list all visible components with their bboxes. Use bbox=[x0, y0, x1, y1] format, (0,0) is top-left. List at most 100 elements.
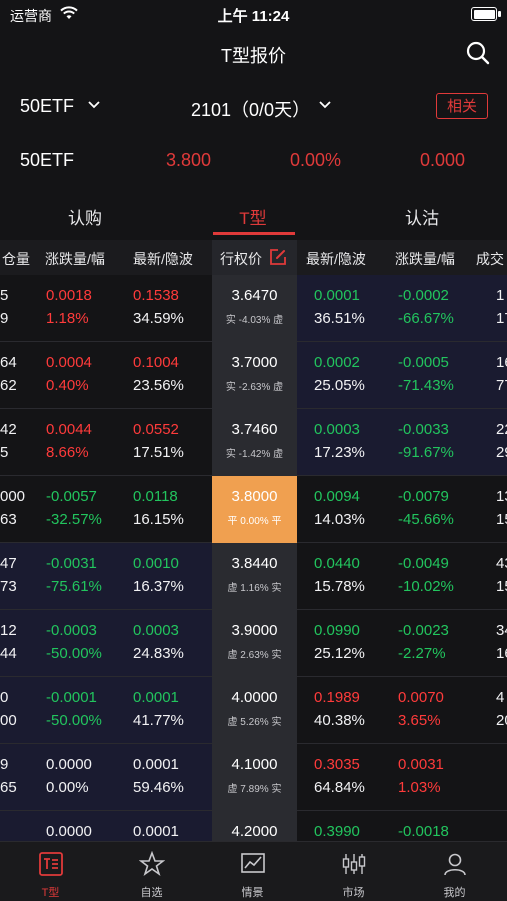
call-change-value: -0.0003 bbox=[46, 622, 97, 639]
tab-t-quote[interactable]: T型 bbox=[203, 204, 303, 229]
related-button[interactable]: 相关 bbox=[436, 93, 488, 119]
call-last-sub: 59.46% bbox=[133, 779, 184, 796]
table-row[interactable]: 64 62 0.0004 0.40% 0.1004 23.56% 0.0002 25.05% -… bbox=[0, 342, 507, 409]
table-row[interactable]: 000 63 -0.0057 -32.57% 0.0118 16.15% 0.0094 14.… bbox=[0, 476, 507, 543]
call-oi-value: 47 bbox=[0, 555, 17, 572]
put-volume-sub: 15 bbox=[496, 511, 507, 528]
table-row[interactable]: 12 44 -0.0003 -50.00% 0.0003 24.83% 0.0990 25.1… bbox=[0, 610, 507, 677]
chevron-down-icon[interactable] bbox=[87, 100, 101, 110]
call-last-sub: 16.37% bbox=[133, 578, 184, 595]
put-last-sub: 25.12% bbox=[314, 645, 365, 662]
put-change-value: -0.0002 bbox=[398, 287, 449, 304]
call-change-sub: -32.57% bbox=[46, 511, 102, 528]
table-row[interactable]: 47 73 -0.0031 -75.61% 0.0010 16.37% 0.0440 15.7… bbox=[0, 543, 507, 610]
put-last-sub: 40.38% bbox=[314, 712, 365, 729]
call-last-value: 0.0001 bbox=[133, 823, 179, 840]
call-oi-sub: 65 bbox=[0, 779, 17, 796]
expiry-dropdown[interactable]: 2101（0/0天） bbox=[191, 96, 310, 122]
underlying-quote: 50ETF 3.800 0.00% 0.000 bbox=[0, 140, 507, 180]
put-last-value: 0.0002 bbox=[314, 354, 360, 371]
call-last-sub: 41.77% bbox=[133, 712, 184, 729]
call-oi-value: 42 bbox=[0, 421, 17, 438]
put-change-value: 0.0070 bbox=[398, 689, 444, 706]
strike-price: 3.7000 bbox=[231, 354, 278, 371]
active-tab-indicator bbox=[213, 232, 295, 235]
call-last-sub: 23.56% bbox=[133, 377, 184, 394]
col-call-last[interactable]: 最新/隐波 bbox=[133, 249, 193, 269]
search-icon[interactable] bbox=[465, 40, 491, 66]
call-oi-sub: 5 bbox=[0, 444, 9, 461]
clock: 上午 11:24 bbox=[217, 8, 290, 25]
strike-price: 4.1000 bbox=[231, 756, 278, 773]
put-last-sub: 64.84% bbox=[314, 779, 365, 796]
strike-price: 3.7460 bbox=[231, 421, 278, 438]
put-change-sub: -10.02% bbox=[398, 578, 454, 595]
call-oi-sub: 00 bbox=[0, 712, 17, 729]
moneyness-label: 实 -2.63% 虚 bbox=[225, 382, 284, 393]
put-volume-sub: 29 bbox=[496, 444, 507, 461]
put-last-sub: 36.51% bbox=[314, 310, 365, 327]
col-put-last[interactable]: 最新/隐波 bbox=[306, 249, 366, 269]
call-last-sub: 16.15% bbox=[133, 511, 184, 528]
call-change-sub: -50.00% bbox=[46, 712, 102, 729]
call-oi-sub: 9 bbox=[0, 310, 9, 327]
quote-change: 0.000 bbox=[420, 150, 466, 170]
put-last-value: 0.3990 bbox=[314, 823, 360, 840]
edit-icon[interactable] bbox=[269, 248, 287, 266]
call-change-value: 0.0018 bbox=[46, 287, 92, 304]
col-put-volume[interactable]: 成交 bbox=[476, 249, 504, 269]
put-change-value: -0.0079 bbox=[398, 488, 449, 505]
col-strike[interactable]: 行权价 bbox=[212, 240, 297, 275]
table-row[interactable]: 0.0000 0.0001 0.3990 -0.0018 4.2000 bbox=[0, 811, 507, 841]
call-change-value: 0.0004 bbox=[46, 354, 92, 371]
tab-put[interactable]: 认沽 bbox=[372, 204, 472, 229]
call-change-value: -0.0057 bbox=[46, 488, 97, 505]
put-change-value: 0.0031 bbox=[398, 756, 444, 773]
table-row[interactable]: 0 00 -0.0001 -50.00% 0.0001 41.77% 0.1989 40.38… bbox=[0, 677, 507, 744]
strike-price: 4.0000 bbox=[231, 689, 278, 706]
moneyness-label: 实 -4.03% 虚 bbox=[225, 315, 284, 326]
call-last-value: 0.1538 bbox=[133, 287, 179, 304]
underlying-dropdown[interactable]: 50ETF bbox=[20, 96, 74, 117]
put-volume-value: 13 bbox=[496, 488, 507, 505]
call-last-value: 0.0001 bbox=[133, 756, 179, 773]
t-quote-table: 5 9 0.0018 1.18% 0.1538 34.59% 0.0001 36.51% -0.… bbox=[0, 275, 507, 841]
bottom-nav-profile[interactable]: 我的 bbox=[404, 842, 505, 901]
bottom-nav-t-quote[interactable]: T型 bbox=[0, 842, 101, 901]
put-last-sub: 14.03% bbox=[314, 511, 365, 528]
put-volume-value: 4 bbox=[496, 689, 505, 706]
table-row[interactable]: 42 5 0.0044 8.66% 0.0552 17.51% 0.0003 17.23% -0… bbox=[0, 409, 507, 476]
col-put-change[interactable]: 涨跌量/幅 bbox=[395, 249, 455, 269]
put-volume-value: 43 bbox=[496, 555, 507, 572]
col-call-oi[interactable]: 仓量 bbox=[2, 249, 30, 269]
strike-price: 3.6470 bbox=[231, 287, 278, 304]
chart-icon bbox=[241, 853, 265, 873]
call-change-value: 0.0000 bbox=[46, 756, 92, 773]
call-oi-sub: 63 bbox=[0, 511, 17, 528]
bottom-nav: T型 自选 情景 市场 我的 bbox=[0, 841, 507, 901]
call-last-value: 0.0003 bbox=[133, 622, 179, 639]
table-row[interactable]: 5 9 0.0018 1.18% 0.1538 34.59% 0.0001 36.51% -0.… bbox=[0, 275, 507, 342]
put-change-sub: 1.03% bbox=[398, 779, 441, 796]
put-last-value: 0.3035 bbox=[314, 756, 360, 773]
col-call-change[interactable]: 涨跌量/幅 bbox=[45, 249, 105, 269]
bottom-nav-market[interactable]: 市场 bbox=[303, 842, 404, 901]
call-change-sub: 1.18% bbox=[46, 310, 89, 327]
strike-price: 3.9000 bbox=[231, 622, 278, 639]
call-last-sub: 34.59% bbox=[133, 310, 184, 327]
chevron-down-icon[interactable] bbox=[318, 100, 332, 110]
bottom-nav-scenario[interactable]: 情景 bbox=[202, 842, 303, 901]
put-change-sub: -2.27% bbox=[398, 645, 446, 662]
call-change-value: -0.0001 bbox=[46, 689, 97, 706]
call-oi-value: 9 bbox=[0, 756, 9, 773]
put-last-value: 0.0094 bbox=[314, 488, 360, 505]
table-row[interactable]: 9 65 0.0000 0.00% 0.0001 59.46% 0.3035 64.84% 0.… bbox=[0, 744, 507, 811]
tab-call[interactable]: 认购 bbox=[35, 204, 135, 229]
put-change-sub: -45.66% bbox=[398, 511, 454, 528]
call-last-value: 0.0552 bbox=[133, 421, 179, 438]
bottom-nav-watchlist[interactable]: 自选 bbox=[101, 842, 202, 901]
call-last-value: 0.1004 bbox=[133, 354, 179, 371]
bottom-nav-label: 我的 bbox=[443, 887, 466, 899]
put-change-value: -0.0023 bbox=[398, 622, 449, 639]
put-volume-sub: 16 bbox=[496, 645, 507, 662]
